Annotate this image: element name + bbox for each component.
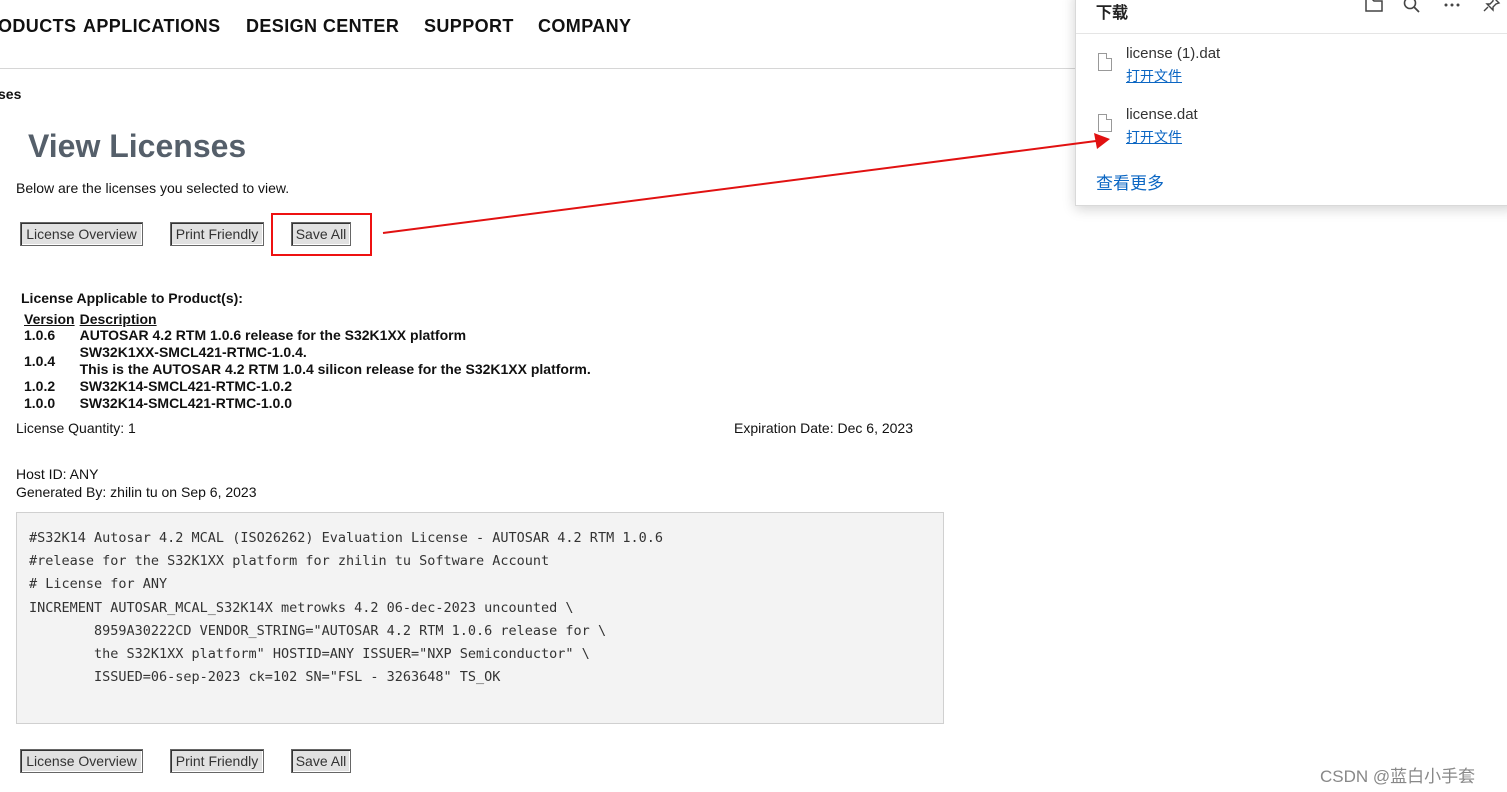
pin-icon-graphic [1483, 0, 1501, 12]
print-friendly-button-bottom[interactable]: Print Friendly [170, 749, 264, 773]
annotation-highlight-box [271, 213, 372, 256]
nav-design-center[interactable]: DESIGN CENTER [246, 16, 399, 37]
license-text-box[interactable]: #S32K14 Autosar 4.2 MCAL (ISO26262) Eval… [16, 512, 944, 724]
folder-icon[interactable] [1362, 0, 1386, 18]
description-cell: SW32K14-SMCL421-RTMC-1.0.2 [79, 378, 292, 394]
more-icon-graphic [1444, 3, 1460, 7]
folder-icon-graphic [1365, 0, 1383, 12]
download-file-name: license.dat [1126, 106, 1198, 123]
download-file-name: license (1).dat [1126, 45, 1221, 62]
file-icon [1098, 114, 1112, 132]
open-file-link[interactable]: 打开文件 [1126, 66, 1182, 86]
description-cell: AUTOSAR 4.2 RTM 1.0.6 release for the S3… [79, 327, 467, 343]
license-products-table: Version Description 1.0.6 AUTOSAR 4.2 RT… [22, 311, 594, 412]
table-row: 1.0.4 SW32K1XX-SMCL421-RTMC-1.0.4. This … [22, 344, 594, 378]
nav-support[interactable]: SUPPORT [424, 16, 514, 37]
more-icon[interactable] [1440, 0, 1464, 18]
print-friendly-button[interactable]: Print Friendly [170, 222, 264, 246]
downloads-title: 下载 [1096, 5, 1129, 22]
description-line: This is the AUTOSAR 4.2 RTM 1.0.4 silico… [79, 361, 591, 377]
generated-by: Generated By: zhilin tu on Sep 6, 2023 [16, 484, 257, 500]
table-row: 1.0.6 AUTOSAR 4.2 RTM 1.0.6 release for … [22, 327, 594, 344]
license-quantity: License Quantity: 1 [16, 420, 136, 436]
table-header-row: Version Description [22, 311, 594, 327]
file-icon [1098, 53, 1112, 71]
pin-icon[interactable] [1480, 0, 1504, 18]
save-all-button-bottom[interactable]: Save All [291, 749, 351, 773]
nav-products[interactable]: ODUCTS [0, 16, 76, 37]
download-item[interactable]: license (1).dat 打开文件 [1098, 45, 1398, 91]
license-overview-button-bottom[interactable]: License Overview [20, 749, 143, 773]
intro-text: Below are the licenses you selected to v… [16, 180, 290, 196]
description-cell: SW32K14-SMCL421-RTMC-1.0.0 [79, 395, 292, 411]
open-file-link[interactable]: 打开文件 [1126, 127, 1182, 147]
search-icon[interactable] [1400, 0, 1424, 18]
host-id: Host ID: ANY [16, 466, 99, 482]
version-cell: 1.0.4 [24, 352, 56, 369]
nav-applications[interactable]: APPLICATIONS [83, 16, 220, 37]
downloads-panel: 下载 license (1).dat 打开文件 license.dat 打开文件… [1075, 0, 1507, 206]
version-cell: 1.0.2 [24, 378, 56, 394]
see-more-link[interactable]: 查看更多 [1096, 169, 1164, 194]
watermark: CSDN @蓝白小手套 [1320, 767, 1476, 786]
nav-company[interactable]: COMPANY [538, 16, 631, 37]
annotation-arrow-line [382, 140, 1097, 234]
download-item[interactable]: license.dat 打开文件 [1098, 106, 1398, 152]
version-cell: 1.0.6 [24, 327, 56, 343]
page-title: View Licenses [28, 128, 247, 164]
downloads-divider [1076, 33, 1507, 34]
table-row: 1.0.2 SW32K14-SMCL421-RTMC-1.0.2 [22, 378, 594, 395]
license-products-heading: License Applicable to Product(s): [21, 290, 243, 306]
column-header-version: Version [24, 311, 75, 327]
description-cell: SW32K1XX-SMCL421-RTMC-1.0.4. This is the… [78, 344, 594, 378]
search-icon-graphic [1403, 0, 1420, 13]
column-header-description: Description [79, 311, 157, 327]
table-row: 1.0.0 SW32K14-SMCL421-RTMC-1.0.0 [22, 395, 594, 412]
breadcrumb[interactable]: ses [0, 86, 21, 102]
expiration-date: Expiration Date: Dec 6, 2023 [734, 420, 913, 436]
description-line: SW32K1XX-SMCL421-RTMC-1.0.4. [79, 344, 307, 360]
license-overview-button[interactable]: License Overview [20, 222, 143, 246]
version-cell: 1.0.0 [24, 395, 56, 411]
